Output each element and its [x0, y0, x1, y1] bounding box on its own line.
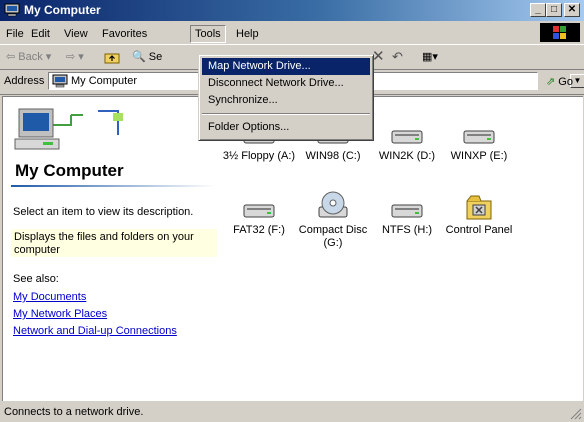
see-also-label: See also:	[13, 273, 59, 285]
menu-edit[interactable]: Edit	[27, 26, 54, 42]
undo-icon: ↶	[392, 49, 403, 64]
search-button[interactable]: 🔍 Se	[132, 49, 162, 65]
page-title: My Computer	[15, 161, 124, 180]
hard-drive-icon	[391, 204, 423, 218]
chevron-down-icon: ▼	[573, 76, 582, 85]
hard-drive-icon	[463, 130, 495, 144]
menu-item-synchronize[interactable]: Synchronize...	[202, 92, 370, 109]
title-divider	[11, 185, 216, 187]
hard-drive-icon	[391, 130, 423, 144]
menu-view[interactable]: View	[60, 26, 92, 42]
go-button[interactable]: ⇗ Go	[546, 75, 573, 88]
back-arrow-icon: ⇦	[6, 51, 16, 63]
content-area: My Computer Select an item to view its d…	[2, 96, 583, 401]
menu-separator	[202, 113, 370, 115]
minimize-button[interactable]: _	[530, 3, 546, 17]
my-computer-window: My Computer _ □ ✕ File Edit View Favorit…	[0, 0, 584, 422]
window-title: My Computer	[24, 3, 101, 17]
close-button[interactable]: ✕	[564, 3, 580, 17]
back-button[interactable]: ⇦ Back ▾	[6, 49, 51, 65]
tools-menu: Map Network Drive... Disconnect Network …	[198, 54, 374, 141]
views-icon: ▦	[422, 51, 433, 63]
drive-item[interactable]: NTFS (H:)	[369, 201, 445, 237]
up-folder-icon	[104, 53, 120, 64]
menu-file[interactable]: File	[2, 26, 28, 42]
menu-item-folder-options[interactable]: Folder Options...	[202, 119, 370, 136]
drive-label: WIN2K (D:)	[378, 150, 436, 162]
menu-favorites[interactable]: Favorites	[98, 26, 151, 42]
forward-button[interactable]: ⇨ ▾	[66, 49, 84, 65]
menu-help[interactable]: Help	[232, 26, 263, 42]
menu-item-map-network-drive[interactable]: Map Network Drive...	[202, 58, 370, 75]
drive-item[interactable]: WIN2K (D:)	[369, 127, 445, 163]
menu-bar: File Edit View Favorites Tools Help	[0, 23, 584, 43]
info-box: Displays the files and folders on your c…	[11, 229, 217, 257]
title-bar[interactable]: My Computer _ □ ✕	[0, 0, 584, 21]
link-my-documents[interactable]: My Documents	[13, 291, 86, 303]
go-arrow-icon: ⇗	[546, 76, 556, 88]
address-label: Address	[4, 75, 45, 87]
up-folder-button[interactable]	[104, 49, 120, 65]
drive-item[interactable]: Control Panel	[441, 193, 517, 237]
description-text: Select an item to view its description.	[13, 206, 194, 218]
resize-grip-icon[interactable]	[570, 408, 582, 420]
drive-label: WIN98 (C:)	[305, 150, 361, 162]
search-icon: 🔍	[132, 51, 146, 63]
drive-label: Compact Disc (G:)	[298, 224, 368, 249]
drive-label: WINXP (E:)	[450, 150, 508, 162]
menu-item-disconnect-network-drive[interactable]: Disconnect Network Drive...	[202, 75, 370, 92]
status-text: Connects to a network drive.	[4, 406, 144, 418]
windows-logo-icon	[540, 23, 580, 42]
menu-tools[interactable]: Tools	[190, 25, 226, 43]
drive-item[interactable]: Compact Disc (G:)	[295, 191, 371, 250]
my-computer-large-icon	[14, 108, 123, 150]
cd-drive-icon	[318, 191, 348, 218]
drive-label: 3½ Floppy (A:)	[222, 150, 296, 162]
drive-label: FAT32 (F:)	[233, 224, 285, 236]
control-panel-icon	[466, 195, 492, 220]
drive-label: Control Panel	[445, 224, 513, 236]
maximize-button[interactable]: □	[546, 3, 562, 17]
link-network-dial-up[interactable]: Network and Dial-up Connections	[13, 325, 177, 337]
views-button[interactable]: ▦▾	[422, 49, 438, 65]
forward-arrow-icon: ⇨	[66, 51, 76, 63]
hard-drive-icon	[243, 204, 275, 218]
drive-label: NTFS (H:)	[381, 224, 433, 236]
computer-icon	[52, 74, 68, 88]
drive-item[interactable]: FAT32 (F:)	[221, 201, 297, 237]
link-my-network-places[interactable]: My Network Places	[13, 308, 107, 320]
status-bar: Connects to a network drive.	[0, 402, 584, 422]
address-value: My Computer	[71, 75, 138, 87]
undo-button[interactable]: ↶	[392, 49, 403, 65]
drive-item[interactable]: WINXP (E:)	[441, 127, 517, 163]
computer-icon	[4, 3, 20, 17]
